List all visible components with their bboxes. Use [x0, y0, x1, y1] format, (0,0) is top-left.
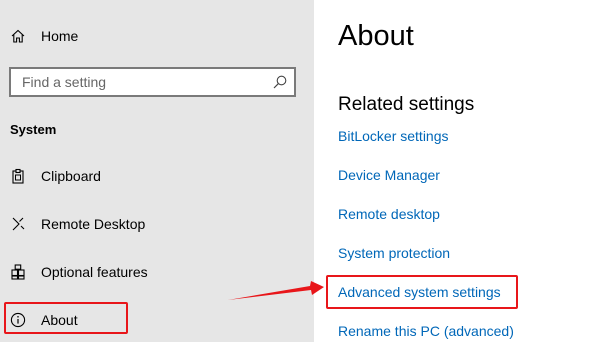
section-heading-system: System	[10, 122, 57, 137]
home-icon	[9, 27, 27, 45]
link-system-protection[interactable]: System protection	[338, 244, 450, 262]
nav-clipboard-label: Clipboard	[41, 168, 101, 184]
nav-home[interactable]: Home	[0, 16, 314, 56]
page-title: About	[338, 20, 414, 52]
related-settings-heading: Related settings	[338, 94, 475, 115]
remote-desktop-icon	[9, 215, 27, 233]
nav-optional-features-label: Optional features	[41, 264, 148, 280]
nav-clipboard[interactable]: Clipboard	[0, 156, 314, 196]
advanced-highlight-box	[326, 275, 518, 309]
optional-features-icon	[9, 263, 27, 281]
link-rename-this-pc[interactable]: Rename this PC (advanced)	[338, 322, 514, 340]
about-highlight-box	[4, 302, 128, 334]
search-box[interactable]	[9, 67, 296, 97]
nav-remote-desktop[interactable]: Remote Desktop	[0, 204, 314, 244]
link-device-manager[interactable]: Device Manager	[338, 166, 440, 184]
annotation-arrow-icon	[228, 281, 324, 300]
nav-home-label: Home	[41, 28, 79, 44]
search-input[interactable]	[11, 69, 271, 95]
link-bitlocker-settings[interactable]: BitLocker settings	[338, 127, 449, 145]
link-remote-desktop[interactable]: Remote desktop	[338, 205, 440, 223]
nav-remote-desktop-label: Remote Desktop	[41, 216, 146, 232]
search-icon[interactable]	[272, 74, 288, 90]
clipboard-icon	[9, 167, 27, 185]
